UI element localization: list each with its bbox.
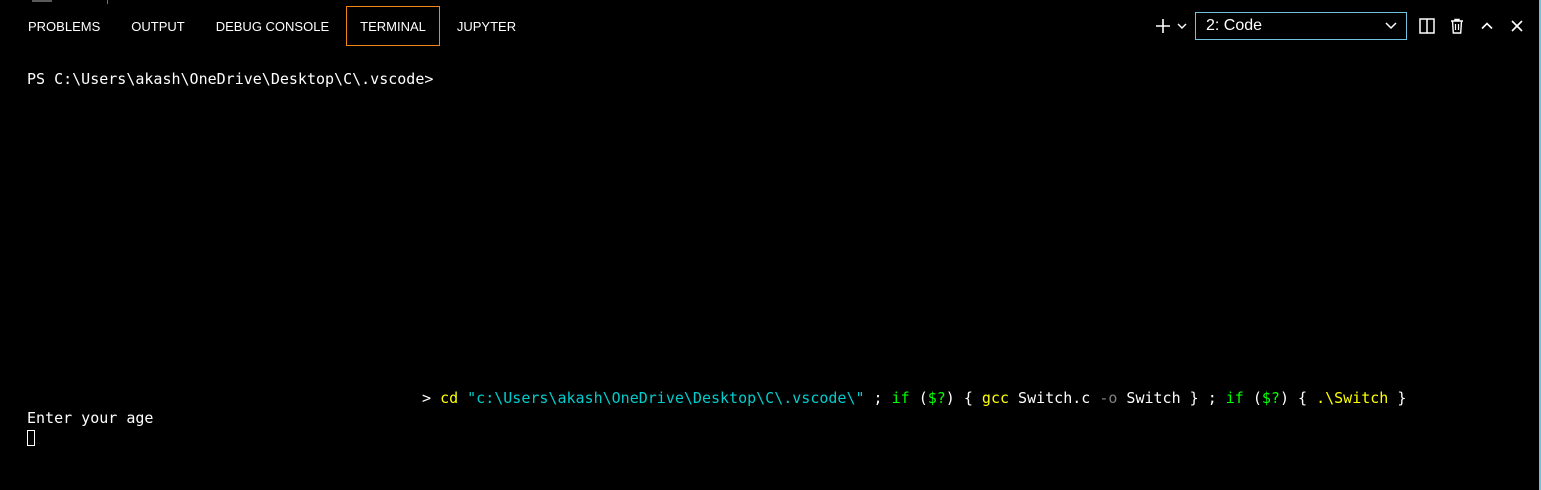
new-terminal-button[interactable]	[1151, 14, 1175, 38]
tab-terminal[interactable]: TERMINAL	[346, 6, 440, 46]
editor-area-stub	[0, 0, 108, 4]
split-icon	[1418, 17, 1436, 35]
cmd-if1: if	[891, 389, 910, 407]
terminal-command: > cd "c:\Users\akash\OneDrive\Desktop\C\…	[422, 389, 1406, 407]
cmd-brace2-close: }	[1388, 389, 1407, 407]
terminal-select-value: 2: Code	[1206, 17, 1263, 34]
panel-top-edge	[0, 0, 1541, 4]
close-icon	[1509, 18, 1525, 34]
cmd-sep1: ;	[864, 389, 892, 407]
cmd-run: .\Switch	[1316, 389, 1389, 407]
cmd-cd: cd	[440, 389, 459, 407]
cmd-cond2-var: $?	[1261, 389, 1280, 407]
split-terminal-button[interactable]	[1415, 14, 1439, 38]
plus-icon	[1154, 17, 1172, 35]
cmd-cond1-close: )	[945, 389, 964, 407]
cmd-cond2-close: )	[1279, 389, 1299, 407]
terminal-output: Enter your age	[27, 409, 154, 427]
tab-jupyter[interactable]: JUPYTER	[443, 6, 530, 46]
cmd-gcc: gcc	[981, 389, 1010, 407]
terminal-prompt: PS C:\Users\akash\OneDrive\Desktop\C\.vs…	[27, 70, 434, 88]
cmd-cond2-open: (	[1243, 389, 1262, 407]
trash-icon	[1448, 17, 1466, 35]
close-panel-button[interactable]	[1505, 14, 1529, 38]
cmd-brace2-open: {	[1298, 389, 1317, 407]
cmd-out: Switch	[1117, 389, 1181, 407]
terminal-cursor[interactable]	[27, 430, 35, 446]
cmd-arrow: >	[422, 389, 441, 407]
tab-output[interactable]: OUTPUT	[117, 6, 198, 46]
chevron-down-icon	[1176, 20, 1188, 32]
kill-terminal-button[interactable]	[1445, 14, 1469, 38]
cmd-src: Switch.c	[1009, 389, 1100, 407]
panel-actions: 2: Code	[1151, 12, 1529, 40]
cmd-sep2: ;	[1198, 389, 1226, 407]
cmd-brace1-open: {	[963, 389, 982, 407]
panel-tabs: PROBLEMS OUTPUT DEBUG CONSOLE TERMINAL J…	[14, 6, 533, 46]
cmd-cond1-var: $?	[927, 389, 946, 407]
select-chevron-down-icon	[1384, 17, 1398, 36]
cmd-cond1-open: (	[909, 389, 928, 407]
tab-problems[interactable]: PROBLEMS	[14, 6, 114, 46]
editor-scroll-stub	[32, 0, 52, 2]
cmd-if2: if	[1225, 389, 1244, 407]
cmd-flag: -o	[1099, 389, 1118, 407]
maximize-panel-button[interactable]	[1475, 14, 1499, 38]
cmd-brace1-close: }	[1180, 389, 1199, 407]
launch-profile-button[interactable]	[1175, 14, 1189, 38]
cmd-path: "c:\Users\akash\OneDrive\Desktop\C\.vsco…	[467, 389, 865, 407]
terminal-select[interactable]: 2: Code	[1195, 12, 1407, 40]
tab-debug-console[interactable]: DEBUG CONSOLE	[202, 6, 343, 46]
chevron-up-icon	[1479, 18, 1495, 34]
